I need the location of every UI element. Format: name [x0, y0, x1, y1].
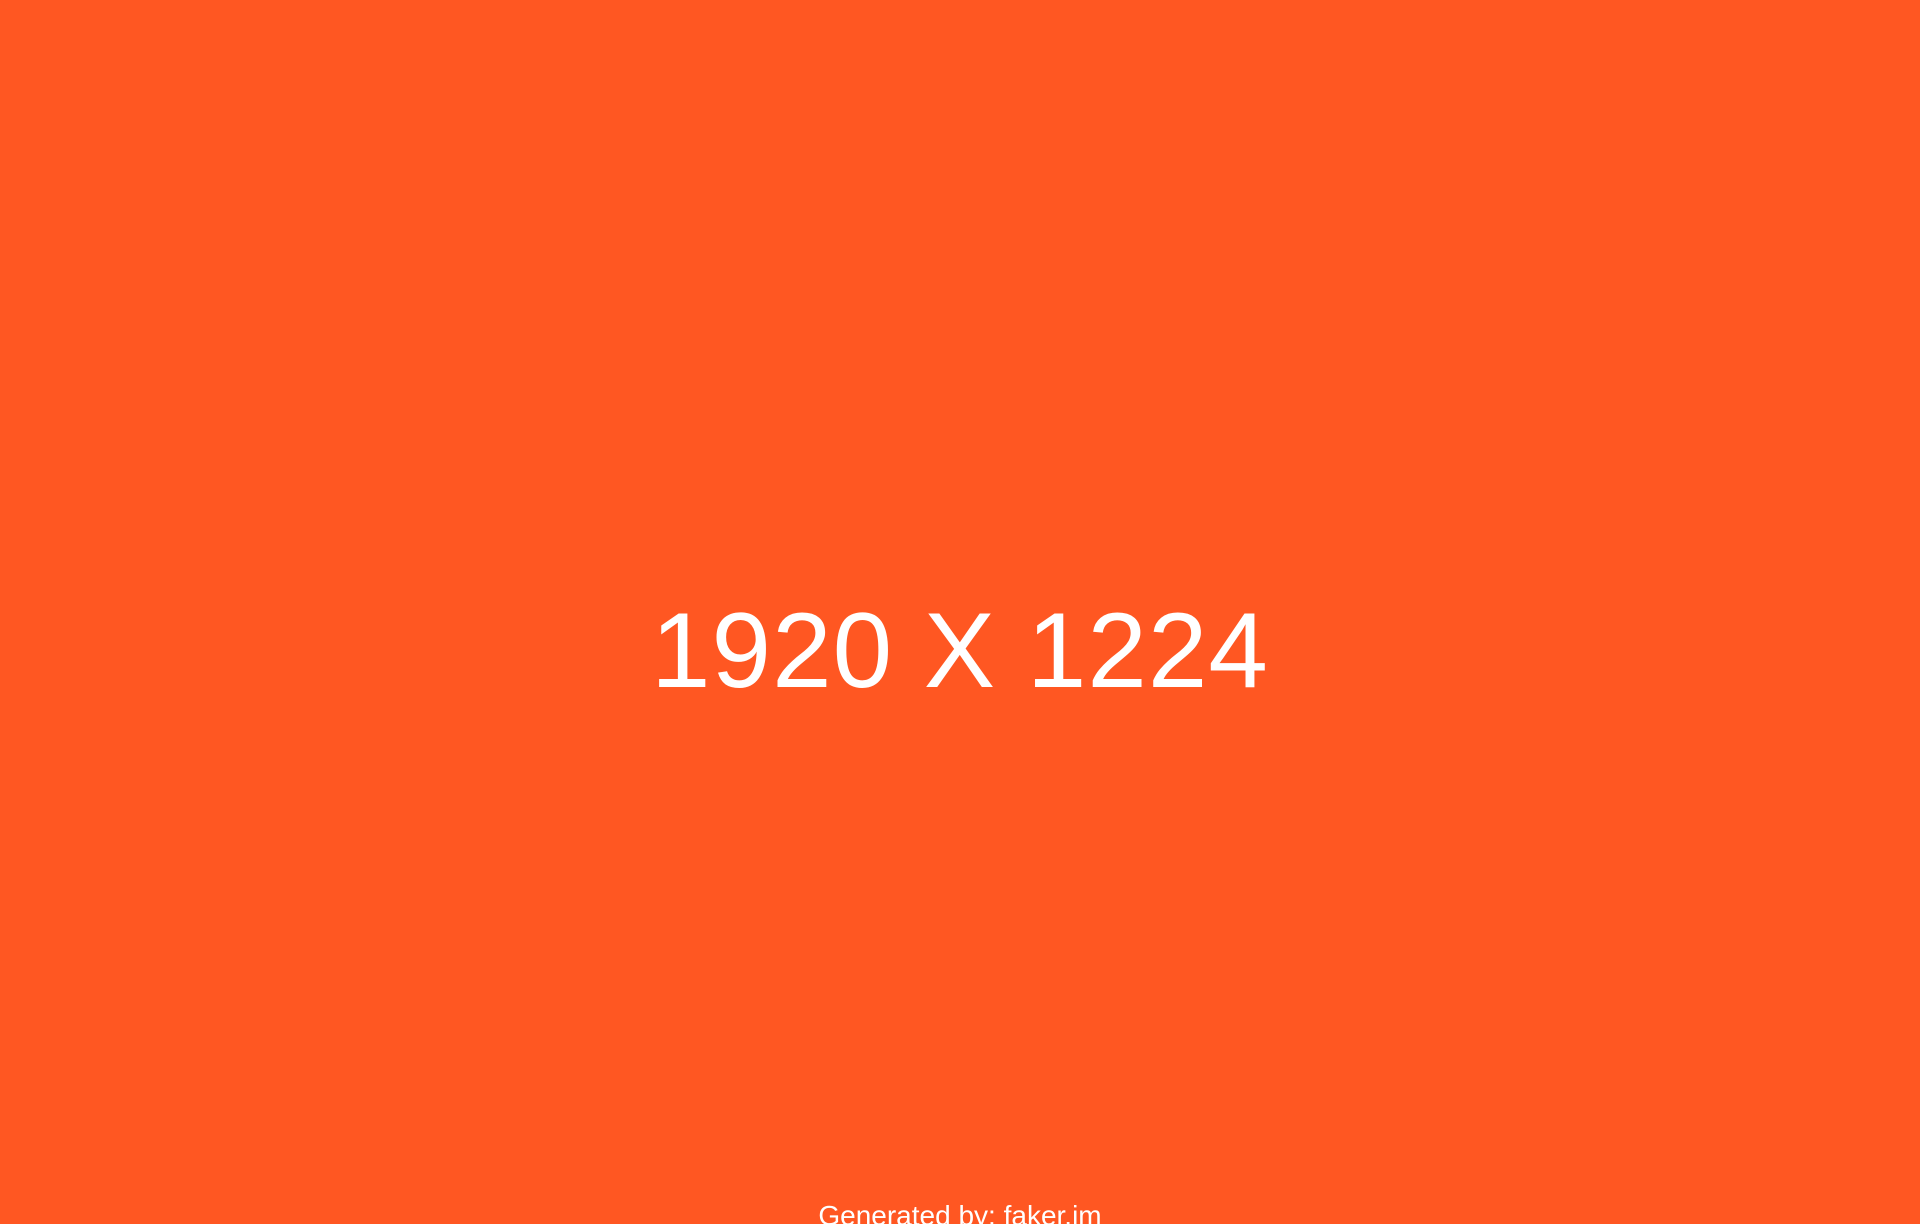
placeholder-image: 1920 X 1224 Generated by: faker.im — [0, 0, 1920, 1224]
generated-by-credit: Generated by: faker.im — [818, 1200, 1102, 1224]
dimensions-label: 1920 X 1224 — [651, 590, 1269, 710]
